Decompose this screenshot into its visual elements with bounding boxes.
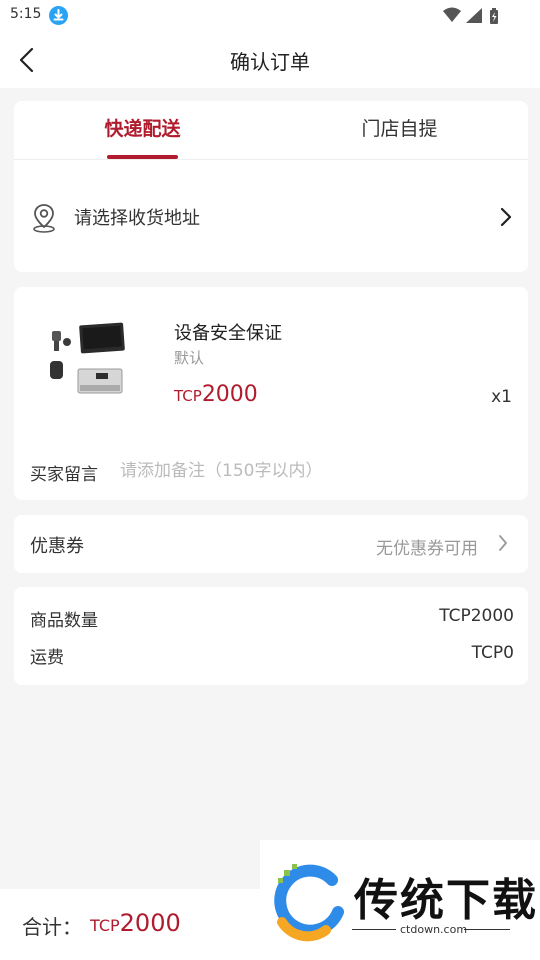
download-icon <box>49 6 68 25</box>
chevron-right-icon <box>498 534 508 556</box>
status-bar: 5:15 <box>0 0 540 32</box>
tab-express-delivery[interactable]: 快递配送 <box>14 101 271 159</box>
system-icons <box>442 7 506 25</box>
signal-icon <box>466 8 482 23</box>
coupon-label: 优惠券 <box>30 536 84 557</box>
watermark-site: ctdown.com <box>400 923 468 936</box>
product-card: 设备安全保证 默认 TCP2000 x1 买家留言 <box>14 287 528 500</box>
divider <box>464 929 510 930</box>
product-price: TCP2000 <box>174 382 258 407</box>
total-currency: TCP <box>90 916 120 935</box>
total-price: TCP2000 <box>90 909 181 937</box>
remark-label: 买家留言 <box>30 465 98 485</box>
tab-label: 门店自提 <box>361 118 438 140</box>
product-quantity: x1 <box>491 387 512 407</box>
watermark-logo: 传统下载 ctdown.com <box>260 840 540 960</box>
product-spec: 默认 <box>174 349 205 367</box>
product-name: 设备安全保证 <box>174 323 282 344</box>
watermark-name: 传统下载 <box>354 875 538 926</box>
address-placeholder: 请选择收货地址 <box>74 208 200 229</box>
tab-label: 快递配送 <box>104 118 181 140</box>
divider <box>352 929 396 930</box>
select-address-row[interactable]: 请选择收货地址 <box>14 160 528 273</box>
total-amount: 2000 <box>119 909 181 937</box>
summary-label-shipping: 运费 <box>30 648 64 668</box>
delivery-card: 快递配送 门店自提 请选择收货地址 <box>14 101 528 272</box>
summary-value-shipping: TCP0 <box>471 643 514 663</box>
tab-store-pickup[interactable]: 门店自提 <box>271 101 528 159</box>
coupon-row[interactable]: 优惠券 无优惠券可用 <box>14 515 528 573</box>
remark-input[interactable] <box>120 457 500 485</box>
location-pin-icon <box>30 202 58 238</box>
chevron-right-icon <box>500 207 512 231</box>
price-currency: TCP <box>174 387 202 405</box>
coupon-value: 无优惠券可用 <box>376 539 478 559</box>
page-title: 确认订单 <box>230 50 310 74</box>
price-amount: 2000 <box>201 382 258 407</box>
product-image[interactable] <box>48 321 126 409</box>
summary-card: 商品数量 TCP2000 运费 TCP0 <box>14 587 528 685</box>
total-label: 合计： <box>22 915 82 939</box>
summary-label-quantity: 商品数量 <box>30 611 98 631</box>
nav-bar: 确认订单 <box>0 32 540 88</box>
status-time: 5:15 <box>10 6 42 22</box>
watermark-logo-icon <box>274 864 344 942</box>
wifi-icon <box>443 7 461 22</box>
summary-value-quantity: TCP2000 <box>439 606 514 626</box>
battery-icon <box>490 8 498 24</box>
